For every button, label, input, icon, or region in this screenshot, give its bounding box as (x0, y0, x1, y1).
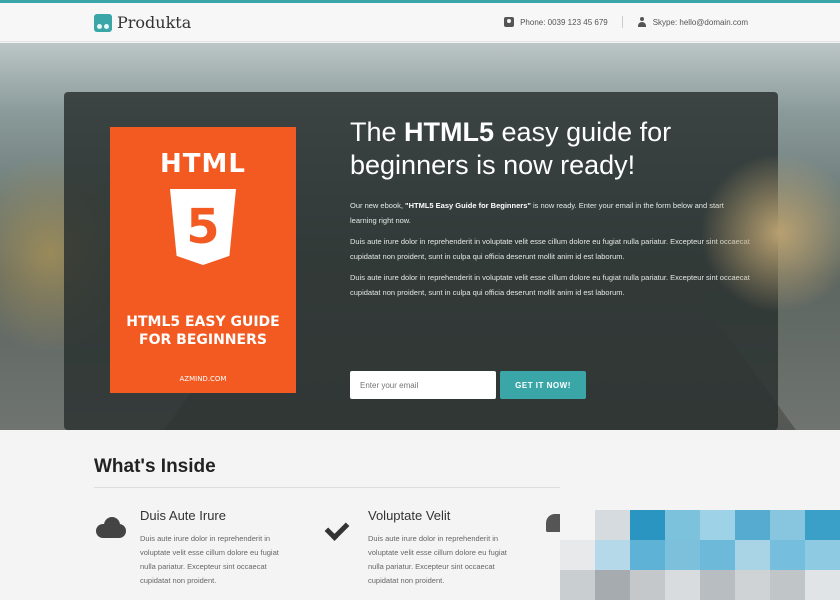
email-input[interactable] (350, 371, 496, 399)
html5-shield-icon: 5 (170, 189, 236, 265)
section-title: What's Inside (94, 456, 216, 477)
book-title-line2: FOR BEGINNERS (139, 332, 267, 348)
book-publisher: AZMIND.COM (179, 375, 227, 383)
ebook-cover: HTML 5 HTML5 EASY GUIDE FOR BEGINNERS AZ… (110, 127, 296, 393)
hero-paragraph-3: Duis aute irure dolor in reprehenderit i… (350, 273, 750, 297)
headline-pre: The (350, 117, 405, 147)
hero-headline: The HTML5 easy guide for beginners is no… (350, 116, 750, 182)
user-icon (637, 17, 647, 27)
hero-content: The HTML5 easy guide for beginners is no… (350, 116, 750, 399)
divider (621, 16, 623, 28)
hero-section: HTML 5 HTML5 EASY GUIDE FOR BEGINNERS AZ… (0, 43, 840, 430)
top-bar: Produkta Phone: 0039 123 45 679 Skype: h… (0, 0, 840, 42)
book-number: 5 (186, 199, 220, 255)
logo[interactable]: Produkta (94, 13, 191, 32)
intro-bold: "HTML5 Easy Guide for Beginners" (405, 201, 531, 210)
pixelated-image (560, 510, 840, 600)
skype-label: Skype: hello@domain.com (652, 17, 748, 27)
feature-title: Duis Aute Irure (140, 508, 226, 523)
headline-bold: HTML5 (404, 117, 495, 147)
book-title: HTML5 EASY GUIDE FOR BEGINNERS (110, 313, 296, 349)
hero-paragraph-2: Duis aute irure dolor in reprehenderit i… (350, 237, 750, 261)
cloud-icon (94, 516, 128, 540)
feature-title: Voluptate Velit (368, 508, 451, 523)
phone-icon (504, 17, 515, 27)
hero-panel: HTML 5 HTML5 EASY GUIDE FOR BEGINNERS AZ… (64, 92, 778, 430)
phone-label: Phone: 0039 123 45 679 (520, 17, 608, 27)
book-title-top: HTML (160, 149, 246, 179)
feature-text: Duis aute irure dolor in reprehenderit i… (140, 534, 279, 585)
book-title-line1: HTML5 EASY GUIDE (126, 314, 280, 330)
section-divider (94, 487, 560, 488)
get-it-now-button[interactable]: GET IT NOW! (500, 371, 586, 399)
intro-pre: Our new ebook, (350, 201, 406, 210)
hero-intro: Our new ebook, "HTML5 Easy Guide for Beg… (350, 198, 750, 228)
contact-info: Phone: 0039 123 45 679 Skype: hello@doma… (504, 16, 748, 28)
signup-form: GET IT NOW! (350, 371, 586, 399)
logo-text: Produkta (117, 13, 192, 32)
logo-icon (94, 13, 112, 32)
check-icon (322, 516, 356, 540)
feature-text: Duis aute irure dolor in reprehenderit i… (368, 534, 507, 585)
